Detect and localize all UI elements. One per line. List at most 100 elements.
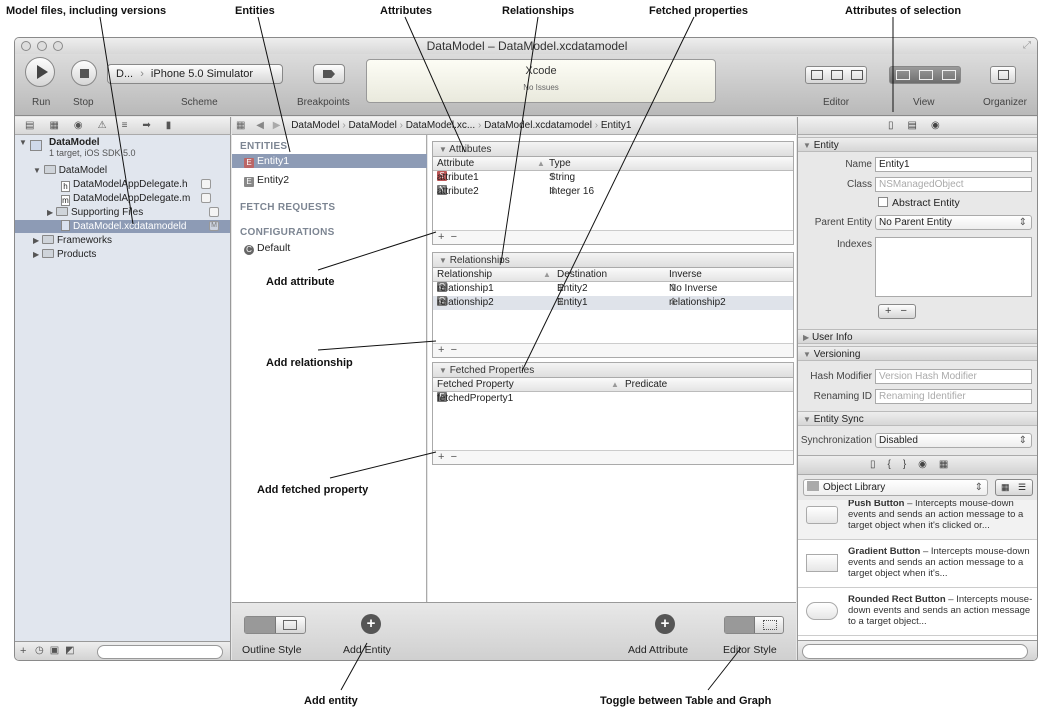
- frameworks-row[interactable]: ▶ Frameworks: [33, 234, 112, 247]
- jump-bar-item[interactable]: DataModel.xc...: [406, 120, 475, 131]
- related-items-icon[interactable]: ▦: [236, 120, 245, 131]
- attribute-row[interactable]: Sattribute1 String ⇕: [433, 171, 793, 185]
- library-item[interactable]: Gradient Button – Intercepts mouse-down …: [798, 544, 1037, 588]
- abstract-entity-checkbox[interactable]: Abstract Entity: [878, 197, 960, 209]
- fetched-property-column[interactable]: Fetched Property: [437, 378, 514, 392]
- forward-arrow-icon[interactable]: ▶: [273, 120, 281, 131]
- entity-sync-header[interactable]: ▼ Entity Sync: [798, 411, 1037, 426]
- indexes-list[interactable]: [875, 237, 1032, 297]
- relationship-row[interactable]: Orelationship2 Entity1 ⇕ relationship2 ⇕: [433, 296, 793, 310]
- folder-icon: [55, 207, 68, 216]
- group-name: DataModel: [58, 165, 108, 176]
- organizer-button[interactable]: [990, 66, 1016, 84]
- remove-relationship-icon[interactable]: −: [451, 344, 457, 356]
- minimize-window-button[interactable]: [37, 41, 47, 51]
- jump-bar-item[interactable]: DataModel: [291, 120, 339, 131]
- destination-column[interactable]: Destination: [557, 268, 607, 282]
- predicate-column[interactable]: Predicate: [625, 378, 667, 392]
- library-tab-icons[interactable]: ▯{}◉▦: [870, 459, 960, 470]
- library-popup[interactable]: Object Library ⇕: [803, 479, 988, 496]
- annotation-relationships: Relationships: [502, 5, 575, 17]
- relationship-column[interactable]: Relationship: [437, 268, 492, 282]
- parent-entity-popup[interactable]: No Parent Entity ⇕: [875, 215, 1032, 230]
- supporting-files-row[interactable]: ▶ Supporting Files: [47, 206, 230, 219]
- view-label: View: [913, 97, 935, 108]
- type-column[interactable]: Type: [549, 157, 571, 171]
- synchronization-popup[interactable]: Disabled ⇕: [875, 433, 1032, 448]
- add-entity-button[interactable]: +: [361, 614, 381, 634]
- jump-bar-item[interactable]: Entity1: [601, 120, 632, 131]
- project-row[interactable]: ▼ DataModel 1 target, iOS SDK 5.0: [19, 137, 136, 161]
- breakpoints-button[interactable]: [313, 64, 345, 84]
- renaming-id-field[interactable]: Renaming Identifier: [875, 389, 1032, 404]
- library-view-toggle[interactable]: ▦ ☰: [995, 479, 1033, 496]
- entity-name-field[interactable]: Entity1: [875, 157, 1032, 172]
- relationship-inverse[interactable]: relationship2: [669, 296, 726, 310]
- inverse-column[interactable]: Inverse: [669, 268, 702, 282]
- model-file-row[interactable]: DataModel.xcdatamodeld M: [15, 220, 230, 233]
- outline-style-segment[interactable]: [244, 616, 306, 634]
- icon-view-icon: ▦: [1001, 482, 1010, 492]
- jump-bar-item[interactable]: DataModel: [348, 120, 396, 131]
- group-row[interactable]: ▼ DataModel: [33, 164, 107, 177]
- zoom-window-button[interactable]: [53, 41, 63, 51]
- fetched-properties-section-header[interactable]: ▼ Fetched Properties: [433, 363, 793, 378]
- editor-mode-segment[interactable]: [805, 66, 867, 84]
- fetched-properties-add-remove: + −: [433, 450, 793, 464]
- add-fetched-property-icon[interactable]: +: [438, 451, 444, 463]
- library-item[interactable]: Rounded Rect Button – Intercepts mouse-d…: [798, 592, 1037, 636]
- fetched-property-name: fetchedProperty1: [437, 393, 514, 404]
- file-row[interactable]: m DataModelAppDelegate.m: [61, 192, 230, 206]
- library-filter-input[interactable]: [802, 644, 1028, 659]
- entity-row[interactable]: E Entity2: [232, 173, 427, 187]
- relationships-section-header[interactable]: ▼ Relationships: [433, 253, 793, 268]
- entity-row-selected[interactable]: E Entity1: [232, 154, 427, 168]
- jump-bar-item[interactable]: DataModel.xcdatamodel: [484, 120, 592, 131]
- add-relationship-icon[interactable]: +: [438, 344, 444, 356]
- inspector-selector-bar: ▯▤◉: [798, 117, 1037, 135]
- filter-icons[interactable]: ◷▣◩: [35, 645, 81, 656]
- fetched-property-row[interactable]: FfetchedProperty1: [433, 392, 793, 406]
- versioning-header[interactable]: ▼ Versioning: [798, 346, 1037, 361]
- products-row[interactable]: ▶ Products: [33, 248, 96, 261]
- fetched-properties-title: Fetched Properties: [449, 365, 535, 376]
- inspector-tab-icons[interactable]: ▯▤◉: [888, 120, 954, 131]
- add-index-icon[interactable]: +: [885, 305, 891, 317]
- scheme-destination: iPhone 5.0 Simulator: [150, 68, 254, 80]
- library-item[interactable]: Push Button – Intercepts mouse-down even…: [798, 500, 1037, 540]
- scheme-selector[interactable]: D... › iPhone 5.0 Simulator: [107, 64, 283, 84]
- remove-fetched-property-icon[interactable]: −: [451, 451, 457, 463]
- stop-button[interactable]: [71, 60, 97, 86]
- disclosure-closed-icon: ▶: [803, 333, 810, 342]
- attribute-column[interactable]: Attribute: [437, 157, 474, 171]
- popup-arrows-icon: ⇕: [1018, 435, 1027, 446]
- relationship-row[interactable]: Orelationship1 Entity2 ⇕ No Inverse ⇕: [433, 282, 793, 296]
- fullscreen-icon[interactable]: ⤢: [1023, 38, 1031, 54]
- configuration-row[interactable]: C Default: [244, 242, 290, 255]
- navigator-tab-icons[interactable]: ▤▦◉⚠≡➡▮: [25, 120, 186, 131]
- annotation-add-attribute: Add attribute: [266, 276, 335, 288]
- standard-editor-icon: [811, 70, 823, 80]
- close-window-button[interactable]: [21, 41, 31, 51]
- add-file-icon[interactable]: +: [20, 645, 26, 657]
- remove-attribute-icon[interactable]: −: [451, 231, 457, 243]
- file-row[interactable]: h DataModelAppDelegate.h: [61, 178, 230, 192]
- view-segment[interactable]: [889, 66, 961, 84]
- add-attribute-button[interactable]: +: [655, 614, 675, 634]
- navigator-filter-input[interactable]: [97, 645, 223, 659]
- entity-section-header[interactable]: ▼ Entity: [798, 137, 1037, 152]
- hash-modifier-field[interactable]: Version Hash Modifier: [875, 369, 1032, 384]
- add-attribute-icon[interactable]: +: [438, 231, 444, 243]
- attributes-section-header[interactable]: ▼ Attributes: [433, 142, 793, 157]
- implementation-file-icon: m: [61, 195, 70, 206]
- class-field[interactable]: NSManagedObject: [875, 177, 1032, 192]
- back-arrow-icon[interactable]: ◀: [256, 120, 264, 131]
- annotation-add-entity: Add entity: [304, 695, 358, 707]
- attribute-row[interactable]: Nattribute2 Integer 16 ⇕: [433, 185, 793, 199]
- remove-index-icon[interactable]: −: [901, 305, 907, 317]
- user-info-header[interactable]: ▶ User Info: [798, 329, 1037, 344]
- editor-style-segment[interactable]: [724, 616, 784, 634]
- breakpoints-label: Breakpoints: [297, 97, 350, 108]
- run-button[interactable]: [25, 57, 55, 87]
- library-item-title: Rounded Rect Button: [848, 594, 946, 605]
